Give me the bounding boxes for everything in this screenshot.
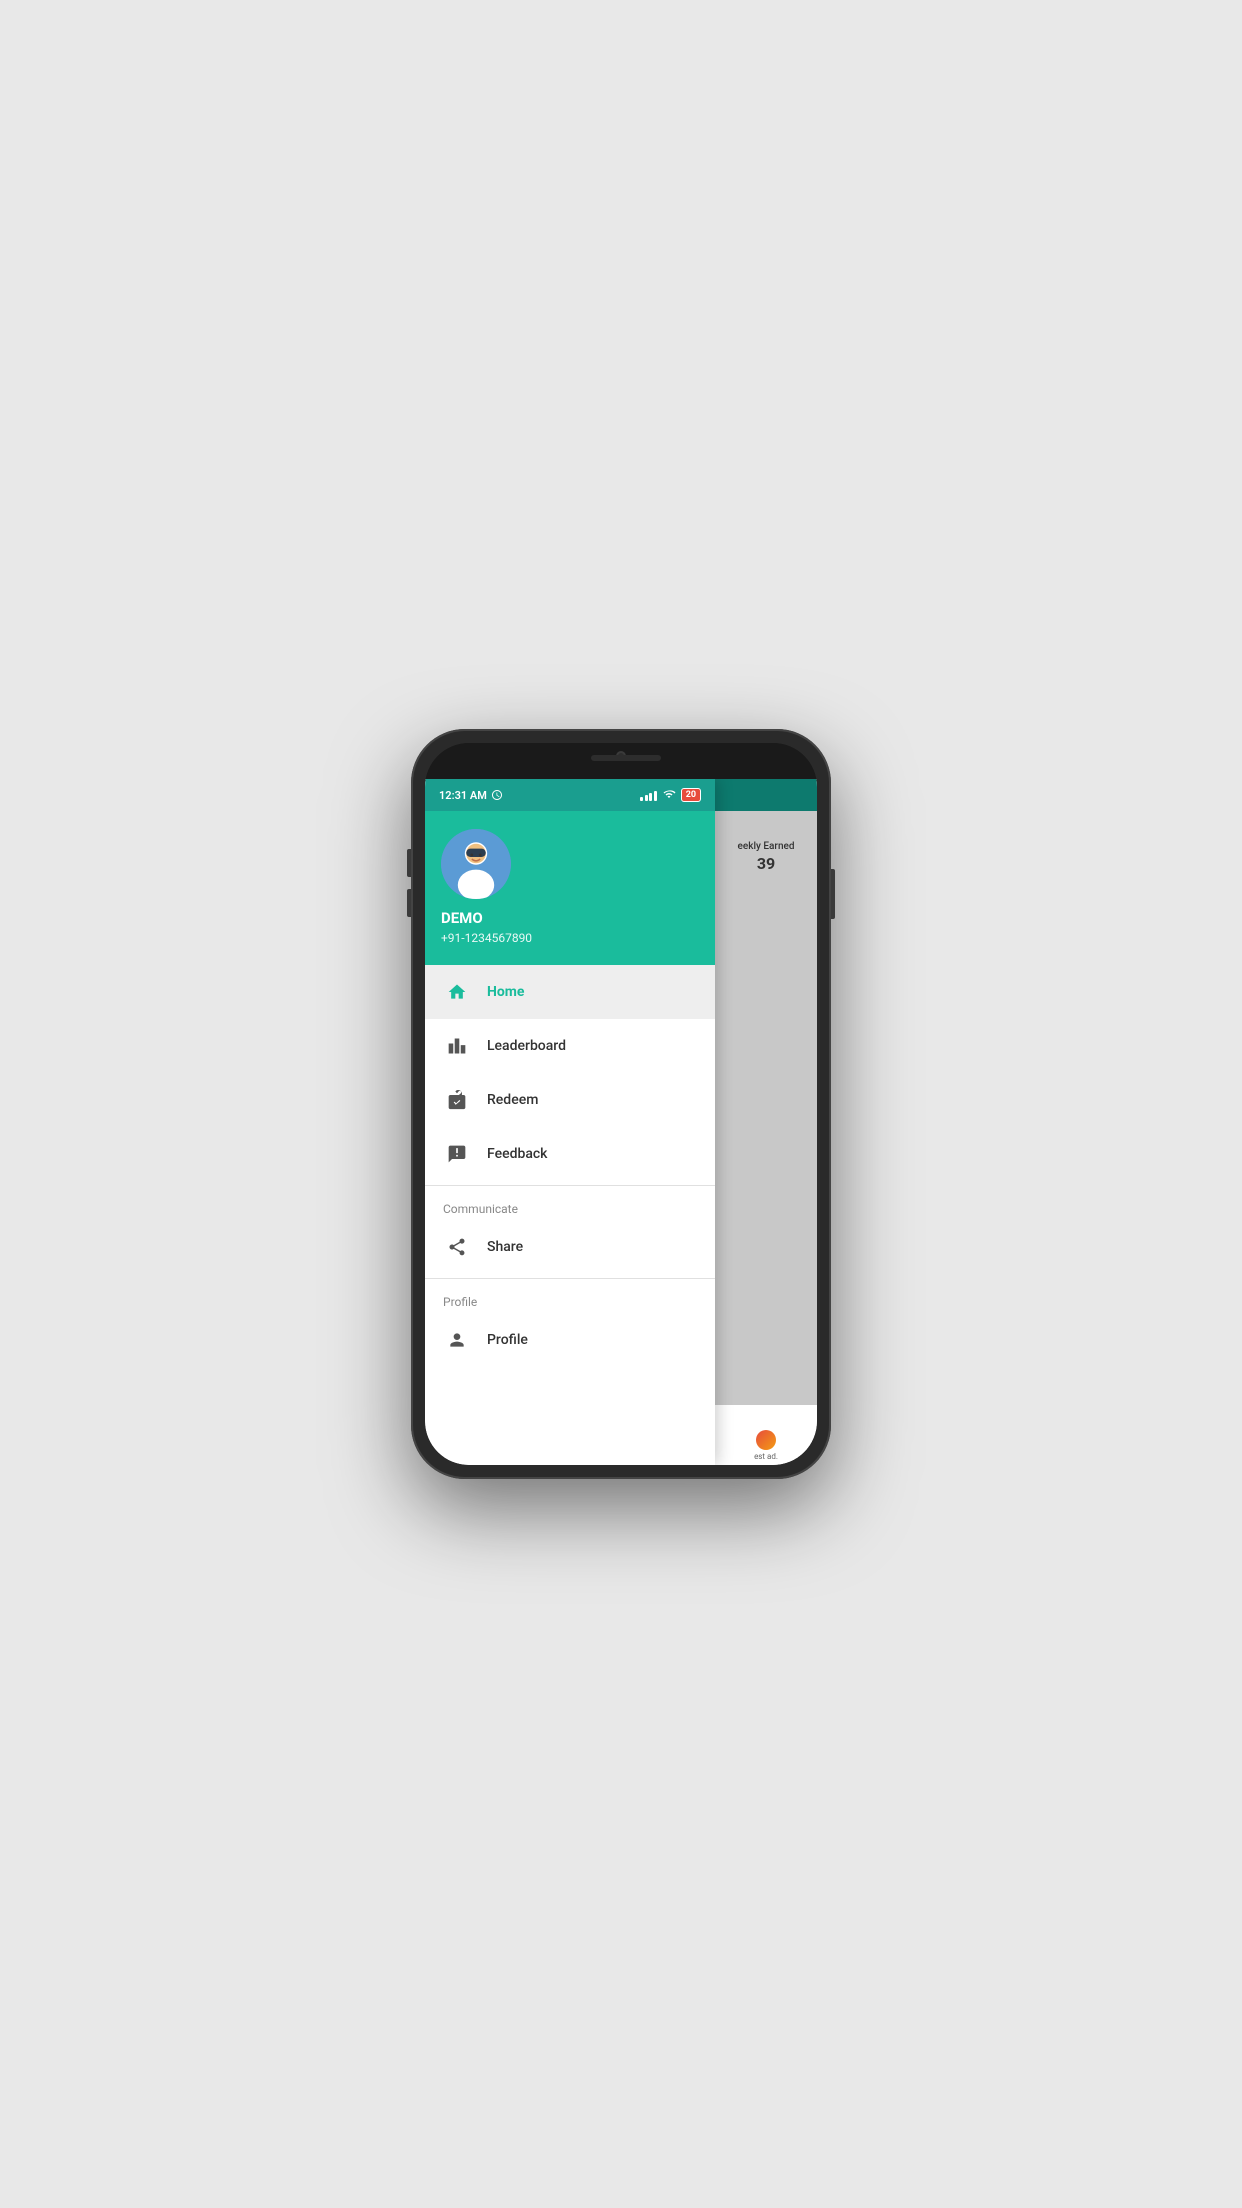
peek-top-bar [715,779,817,811]
leaderboard-label: Leaderboard [487,1038,566,1054]
user-name: DEMO [441,909,699,929]
divider-profile [425,1278,715,1279]
user-phone: +91-1234567890 [441,931,699,945]
wifi-icon [662,788,676,803]
status-icons: 20 [640,788,701,803]
ad-area: est ad. [715,1405,817,1465]
weekly-earned-label: eekly Earned [738,841,795,852]
avatar-image [441,829,511,899]
menu-item-feedback[interactable]: Feedback [425,1127,715,1181]
profile-header: DEMO +91-1234567890 [425,811,715,965]
phone-notch [425,743,817,779]
menu-item-share[interactable]: Share [425,1220,715,1274]
volume-up-button[interactable] [407,849,411,877]
menu-list: Home Leaderboard [425,965,715,1466]
power-button[interactable] [831,869,835,919]
battery-icon: 20 [681,788,701,802]
menu-item-home[interactable]: Home [425,965,715,1019]
profile-section-title: Profile [425,1283,715,1313]
status-bar: 12:31 AM [425,779,715,811]
phone-screen: 12:31 AM [425,779,817,1465]
home-label: Home [487,984,524,1000]
status-time: 12:31 AM [439,789,503,802]
menu-item-profile[interactable]: Profile [425,1313,715,1367]
time-display: 12:31 AM [439,789,487,802]
menu-item-redeem[interactable]: Redeem [425,1073,715,1127]
navigation-drawer: 12:31 AM [425,779,715,1465]
weekly-earned-value: 39 [757,854,775,873]
volume-down-button[interactable] [407,889,411,917]
ad-logo-icon [756,1430,776,1450]
communicate-section-title: Communicate [425,1190,715,1220]
earpiece-speaker [591,755,661,761]
profile-icon [443,1326,471,1354]
redeem-label: Redeem [487,1092,538,1108]
menu-item-leaderboard[interactable]: Leaderboard [425,1019,715,1073]
profile-label: Profile [487,1332,528,1348]
main-content-peek: eekly Earned 39 est ad. [715,779,817,1465]
feedback-icon [443,1140,471,1168]
share-icon [443,1233,471,1261]
ad-text: est ad. [754,1452,778,1461]
peek-earned-area: eekly Earned 39 [715,811,817,1465]
signal-strength-icon [640,789,657,801]
redeem-icon [443,1086,471,1114]
user-avatar [441,829,511,899]
leaderboard-icon [443,1032,471,1060]
home-icon [443,978,471,1006]
share-label: Share [487,1239,523,1255]
alarm-icon [491,789,503,801]
feedback-label: Feedback [487,1146,547,1162]
divider-communicate [425,1185,715,1186]
phone-frame: 12:31 AM [411,729,831,1479]
screen-layout: 12:31 AM [425,779,817,1465]
phone-inner: 12:31 AM [425,743,817,1465]
